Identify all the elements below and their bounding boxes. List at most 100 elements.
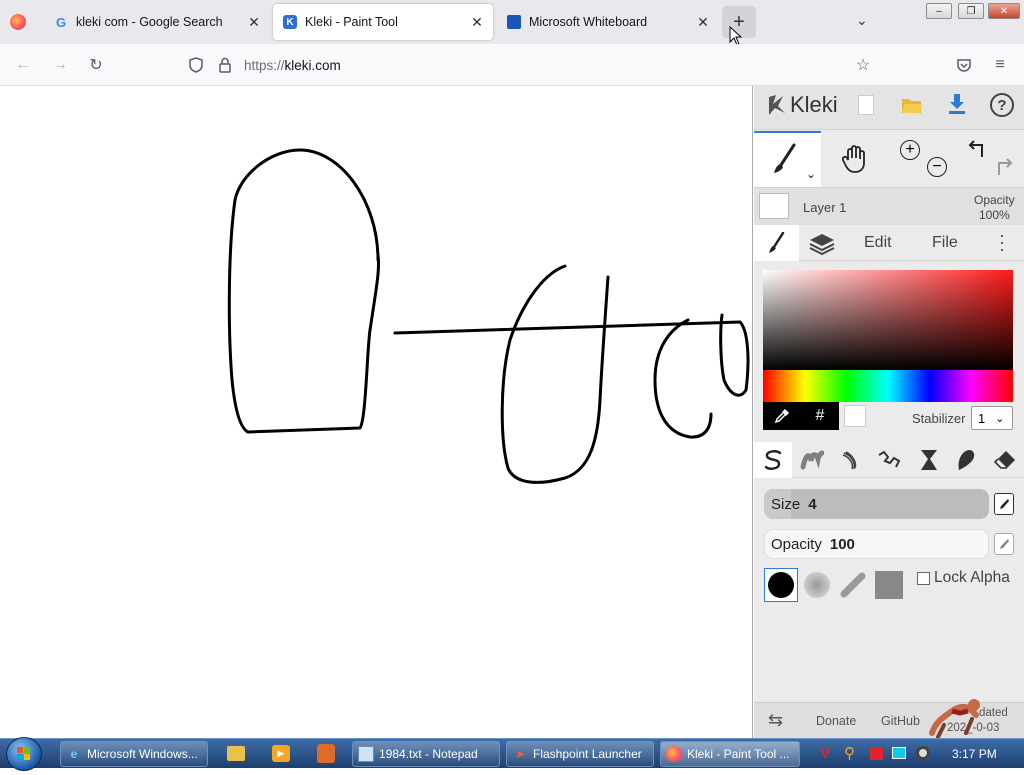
hard-round-brush-button[interactable] [764, 568, 798, 602]
maximize-button[interactable]: ❐ [958, 3, 984, 19]
vivaldi-tray-icon[interactable]: V [820, 745, 830, 762]
layer-row[interactable]: Layer 1 Opacity 100% [754, 187, 1024, 225]
square-brush-button[interactable] [872, 568, 906, 602]
taskbar-item-label: Flashpoint Launcher [533, 747, 642, 761]
browser-tab-bar: G kleki com - Google Search ✕ K Kleki - … [0, 0, 1024, 46]
stroke-rounded-rect [227, 148, 380, 434]
zoom-in-icon[interactable]: + [900, 140, 920, 160]
chevron-down-icon[interactable]: ⌄ [806, 167, 816, 181]
tracking-shield-icon[interactable] [188, 57, 204, 73]
new-image-icon[interactable] [858, 95, 874, 115]
monitor-tray-icon[interactable] [892, 747, 906, 759]
list-all-tabs-icon[interactable]: ⌄ [856, 12, 874, 30]
blend-brush-icon[interactable] [800, 449, 824, 471]
tab-file[interactable]: File [932, 234, 958, 252]
url-host: kleki.com [284, 57, 341, 73]
help-icon[interactable]: ? [990, 93, 1014, 117]
eyedropper-icon [774, 409, 789, 424]
minimize-button[interactable]: ‒ [926, 3, 952, 19]
stabilizer-select[interactable]: 1 ⌄ [971, 406, 1013, 430]
hand-tool-button[interactable] [821, 131, 888, 187]
tab-microsoft-whiteboard[interactable]: Microsoft Whiteboard ✕ [497, 4, 719, 40]
forward-icon[interactable]: → [49, 54, 71, 76]
pixel-brush-icon[interactable] [876, 449, 902, 471]
quick-launch-app-icon[interactable] [317, 744, 335, 763]
taskbar-item-firefox-kleki[interactable]: Kleki - Paint Tool ... [660, 741, 800, 767]
quick-launch-media-icon[interactable]: ▶ [272, 745, 290, 762]
taskbar-item-label: Kleki - Paint Tool ... [687, 747, 790, 761]
size-slider[interactable]: Size 4 [764, 489, 989, 519]
kleki-footer: ⇆ Donate GitHub dated 202_-0-03 [754, 699, 1024, 739]
opacity-pressure-toggle[interactable] [994, 533, 1014, 555]
color-saturation-field[interactable] [763, 270, 1013, 370]
secondary-color-swatch[interactable] [844, 405, 866, 427]
close-tab-icon[interactable]: ✕ [244, 14, 264, 31]
eyedropper-button[interactable] [763, 402, 801, 430]
sketchy-brush-icon[interactable] [840, 449, 860, 471]
chevron-down-icon: ⌄ [995, 412, 1005, 425]
taskbar-item-notepad[interactable]: 1984.txt - Notepad [352, 741, 500, 767]
brush-type-row [754, 442, 1024, 478]
tab-edit[interactable]: Edit [864, 234, 892, 252]
sub-tabs: Edit File · · · [754, 225, 1024, 261]
smudge-brush-icon[interactable] [955, 448, 977, 472]
opacity-label: Opacity [771, 535, 822, 553]
mouse-cursor-icon [729, 26, 743, 46]
donate-link[interactable]: Donate [816, 714, 856, 728]
zoom-out-icon[interactable]: − [927, 157, 947, 177]
layer-opacity-label: Opacity [974, 193, 1015, 207]
open-folder-icon[interactable] [901, 95, 923, 115]
brush-tool-button[interactable]: ⌄ [754, 131, 821, 187]
github-link[interactable]: GitHub [881, 714, 920, 728]
navigation-bar: ← → ↻ https://kleki.com ☆ ≡ [0, 44, 1024, 86]
hue-slider[interactable] [763, 370, 1013, 402]
eraser-icon[interactable] [994, 449, 1016, 471]
soft-round-brush-button[interactable] [800, 568, 834, 602]
download-icon[interactable] [947, 93, 967, 115]
pocket-icon[interactable] [953, 54, 975, 76]
opacity-slider[interactable]: Opacity 100 [764, 529, 989, 559]
flashpoint-icon: ➤ [514, 747, 526, 761]
more-options-icon[interactable]: · · · [999, 226, 1005, 258]
size-pressure-toggle[interactable] [994, 493, 1014, 515]
chemy-brush-icon[interactable] [918, 448, 940, 472]
search-tray-icon[interactable]: ⚲ [844, 744, 855, 762]
layers-icon[interactable] [809, 233, 835, 255]
lock-alpha-checkbox[interactable]: Lock Alpha [917, 569, 1010, 587]
taskbar-item-windows-explorer[interactable]: e Microsoft Windows... [60, 741, 208, 767]
checkbox-box[interactable] [917, 571, 930, 585]
close-window-button[interactable]: ✕ [988, 3, 1020, 19]
reload-icon[interactable]: ↻ [85, 54, 107, 76]
firefox-menu-icon[interactable] [10, 14, 26, 30]
drawing-canvas[interactable] [0, 86, 753, 738]
redo-icon[interactable] [992, 156, 1014, 178]
tab-title: Kleki - Paint Tool [305, 15, 398, 29]
tab-brush[interactable] [754, 225, 799, 261]
hamburger-menu-icon[interactable]: ≡ [989, 54, 1011, 76]
url-bar[interactable]: https://kleki.com [180, 50, 880, 80]
kleki-logo[interactable]: Kleki [766, 92, 838, 118]
taskbar-item-flashpoint[interactable]: ➤ Flashpoint Launcher [506, 741, 654, 767]
pen-brush-button[interactable] [754, 442, 792, 478]
close-tab-icon[interactable]: ✕ [693, 14, 713, 31]
close-tab-icon[interactable]: ✕ [467, 14, 487, 31]
flag-tray-icon[interactable] [870, 747, 883, 760]
clock[interactable]: 3:17 PM [952, 747, 997, 761]
back-icon[interactable]: ← [12, 54, 34, 76]
lock-icon[interactable] [218, 57, 232, 73]
line-brush-button[interactable] [836, 568, 870, 602]
hex-input-button[interactable]: # [801, 402, 839, 430]
tab-google-search[interactable]: G kleki com - Google Search ✕ [44, 4, 270, 40]
kleki-logo-icon [769, 95, 785, 115]
url-text[interactable]: https://kleki.com [244, 58, 341, 73]
bookmark-star-icon[interactable]: ☆ [852, 54, 874, 76]
undo-icon[interactable] [967, 138, 989, 160]
start-button[interactable] [6, 737, 42, 771]
layer-opacity-value: 100% [979, 208, 1010, 222]
swap-side-icon[interactable]: ⇆ [768, 710, 783, 731]
volume-tray-icon[interactable] [916, 746, 930, 760]
quick-launch-folder-icon[interactable] [227, 746, 245, 761]
lock-alpha-label: Lock Alpha [934, 569, 1010, 586]
tab-title: Microsoft Whiteboard [529, 15, 648, 29]
tab-kleki[interactable]: K Kleki - Paint Tool ✕ [273, 4, 493, 40]
